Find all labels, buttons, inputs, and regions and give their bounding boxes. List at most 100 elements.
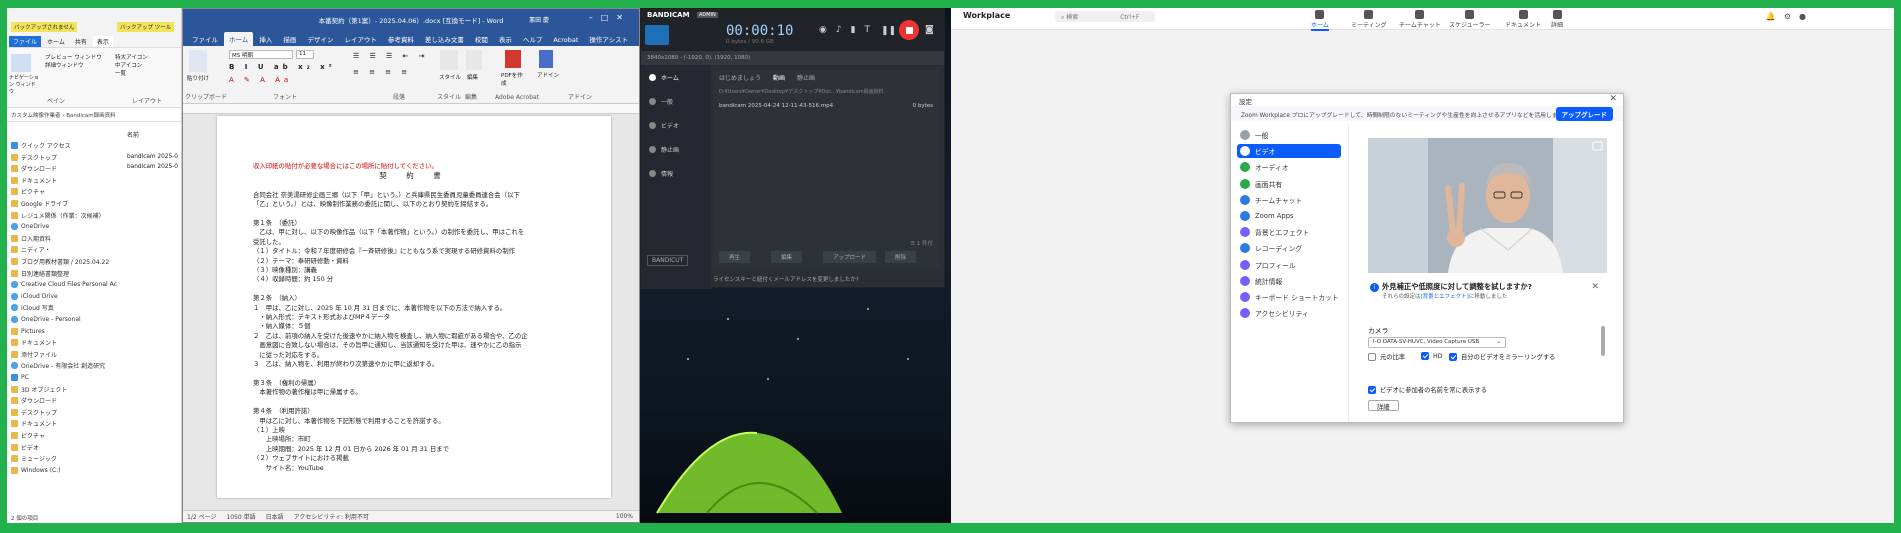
mirror-video-checkbox[interactable]: 自分のビデオをミラーリングする — [1449, 352, 1555, 361]
file-item[interactable]: bandicam 2025-0 — [127, 162, 178, 172]
paragraph-buttons[interactable]: ☰ ☰ ☰ ⇤ ⇥ — [353, 52, 428, 60]
hd-checkbox[interactable]: HD — [1421, 352, 1443, 360]
pdf-icon[interactable] — [505, 50, 521, 68]
settings-nav-item[interactable]: ビデオ — [1237, 144, 1341, 159]
layout-m-icons[interactable]: 中アイコン — [115, 62, 148, 70]
menu-home[interactable]: ホーム — [649, 73, 679, 82]
zoom-nav-meetings[interactable]: ミーティング — [1351, 10, 1387, 29]
settings-nav-item[interactable]: 統計情報 — [1237, 274, 1341, 288]
nav-item[interactable]: ドキュメント — [11, 337, 57, 348]
zoom-nav-home[interactable]: ホーム — [1311, 10, 1329, 31]
output-file-row[interactable]: bandicam 2025-04-24 12-11-43-516.mp4 0 b… — [713, 97, 939, 115]
nav-item[interactable]: ロ入期資料 — [11, 233, 51, 244]
nav-item[interactable]: Windows (C:) — [11, 465, 61, 476]
nav-item[interactable]: PC — [11, 372, 29, 383]
menu-general[interactable]: 一般 — [649, 97, 673, 106]
menu-info[interactable]: 情報 — [649, 169, 673, 178]
word-tab[interactable]: 操作アシスト — [584, 32, 633, 46]
settings-nav-item[interactable]: 一般 — [1237, 128, 1341, 142]
nav-item[interactable]: ミュージック — [11, 453, 57, 464]
tab-video[interactable]: 動画 — [773, 73, 785, 82]
nav-item[interactable]: ピクチャ — [11, 430, 45, 441]
nav-item[interactable]: ダウンロード — [11, 163, 57, 174]
nav-item[interactable]: 日別連絡書類整理 — [11, 268, 69, 279]
output-path[interactable]: D:¥Users¥Owner¥Desktop¥デスクトップ¥Doc...¥ban… — [713, 86, 939, 97]
document-page[interactable]: 収入印紙の貼付が必要な場合にはこの場所に貼付してください。 契 約 書 合同会社… — [217, 116, 611, 498]
settings-nav-item[interactable]: レコーディング — [1237, 241, 1341, 255]
word-tab[interactable]: 校閲 — [470, 32, 493, 46]
menu-image[interactable]: 静止画 — [649, 145, 679, 154]
zoom-nav-scheduler[interactable]: スケジューラー — [1449, 10, 1491, 29]
nav-item[interactable]: ビデオ — [11, 442, 39, 453]
details-pane-button[interactable]: 詳細ウィンドウ — [45, 62, 102, 70]
settings-nav-item[interactable]: プロフィール — [1237, 258, 1341, 272]
format-buttons[interactable]: B I U ab x₂ x² — [229, 63, 336, 71]
layout-list[interactable]: 一覧 — [115, 70, 148, 78]
nav-item[interactable]: OneDrive - Personal — [11, 314, 81, 325]
word-tab[interactable]: Acrobat — [548, 34, 583, 46]
word-tab[interactable]: 表示 — [494, 32, 517, 46]
settings-nav-item[interactable]: Zoom Apps — [1237, 209, 1341, 223]
screen-mode-button[interactable] — [645, 25, 669, 45]
nav-item[interactable]: Creative Cloud Files Personal Ac — [11, 279, 117, 290]
settings-nav-item[interactable]: 背景とエフェクト — [1237, 225, 1341, 239]
zoom-nav-docs[interactable]: ドキュメント — [1505, 10, 1541, 29]
word-tab[interactable]: 差し込み文書 — [420, 32, 469, 46]
nav-pane-icon[interactable] — [11, 54, 31, 72]
zoom-level[interactable]: 100% — [616, 513, 633, 520]
language[interactable]: 日本語 — [266, 512, 284, 521]
nav-item[interactable]: Pictures — [11, 326, 45, 337]
nav-item[interactable]: ブログ用教材書類 / 2025.04.22 — [11, 256, 109, 267]
settings-nav-item[interactable]: アクセシビリティ — [1237, 306, 1341, 320]
font-size-select[interactable]: 11 — [296, 50, 314, 59]
window-controls[interactable]: –□✕ — [589, 13, 631, 22]
nav-item[interactable]: 3D オブジェクト — [11, 384, 67, 395]
word-tab[interactable]: レイアウト — [339, 32, 382, 46]
paste-icon[interactable] — [189, 50, 207, 72]
show-names-checkbox[interactable]: ビデオに参加者の名前を常に表示する — [1368, 385, 1487, 394]
nav-item[interactable]: ダウンロード — [11, 395, 57, 406]
effects-link[interactable]: [背景とエフェクト] — [1421, 294, 1469, 300]
layout-xl-icons[interactable]: 特大アイコン — [115, 54, 148, 62]
ribbon-tab-home[interactable]: ホーム — [43, 36, 69, 47]
settings-nav-item[interactable]: オーディオ — [1237, 160, 1341, 174]
word-tab[interactable]: ファイル — [187, 32, 223, 46]
nav-item[interactable]: iCloud 写真 — [11, 302, 54, 313]
pause-icon[interactable]: ❚❚ — [881, 26, 896, 36]
word-tab[interactable]: 描画 — [278, 32, 301, 46]
bandicut-logo[interactable]: BANDICUT — [647, 255, 689, 266]
settings-nav-item[interactable]: チームチャット — [1237, 193, 1341, 207]
close-icon[interactable]: ✕ — [1609, 94, 1617, 104]
address-bar[interactable]: カスタム映像作業者 › Bandicam録画資料 — [7, 108, 181, 122]
advanced-button[interactable]: 詳細 — [1368, 400, 1399, 411]
audio-controls[interactable]: ◉♪▮T — [819, 25, 879, 35]
nav-item[interactable]: Google ドライブ — [11, 198, 68, 209]
zoom-search-input[interactable]: ⌕ 検索 Ctrl+F — [1055, 11, 1155, 22]
settings-nav-item[interactable]: キーボード ショートカット — [1237, 290, 1341, 304]
font-name-select[interactable]: MS 明朝 — [229, 50, 293, 59]
zoom-top-icons[interactable]: 🔔⚙● — [1766, 12, 1814, 21]
camera-select[interactable]: I-O DATA-SV-HUVC, Video Capture USB ⌄ — [1368, 337, 1506, 348]
ribbon-tab-share[interactable]: 共有 — [71, 36, 91, 47]
edit-icon[interactable] — [466, 50, 482, 70]
word-tab[interactable]: ヘルプ — [518, 32, 548, 46]
tab-image[interactable]: 静止画 — [797, 73, 815, 82]
word-tab[interactable]: 参考資料 — [383, 32, 419, 46]
ribbon-tab-view[interactable]: 表示 — [92, 36, 113, 47]
delete-button[interactable]: 削除 — [885, 251, 917, 263]
align-buttons[interactable]: ≡ ≡ ≡ ≡ — [353, 68, 411, 76]
nav-item[interactable]: ピクチャ — [11, 186, 45, 197]
nav-item[interactable]: レジュメ関係（作業：次候補） — [11, 210, 105, 221]
menu-video[interactable]: ビデオ — [649, 121, 679, 130]
camera-icon[interactable]: ◙ — [925, 25, 934, 35]
accessibility-status[interactable]: アクセシビリティ: 利用不可 — [294, 512, 369, 521]
tab-getting-started[interactable]: はじめましょう — [719, 73, 761, 82]
word-tab[interactable]: デザイン — [302, 32, 338, 46]
word-tab[interactable]: ホーム — [224, 32, 254, 46]
stop-record-button[interactable] — [899, 20, 919, 40]
nav-item[interactable]: OneDrive — [11, 221, 49, 232]
styles-icon[interactable] — [440, 50, 458, 70]
zoom-nav-chat[interactable]: チームチャット — [1399, 10, 1441, 29]
column-name-header[interactable]: 名前 — [127, 130, 139, 139]
word-tab[interactable]: 挿入 — [254, 32, 277, 46]
